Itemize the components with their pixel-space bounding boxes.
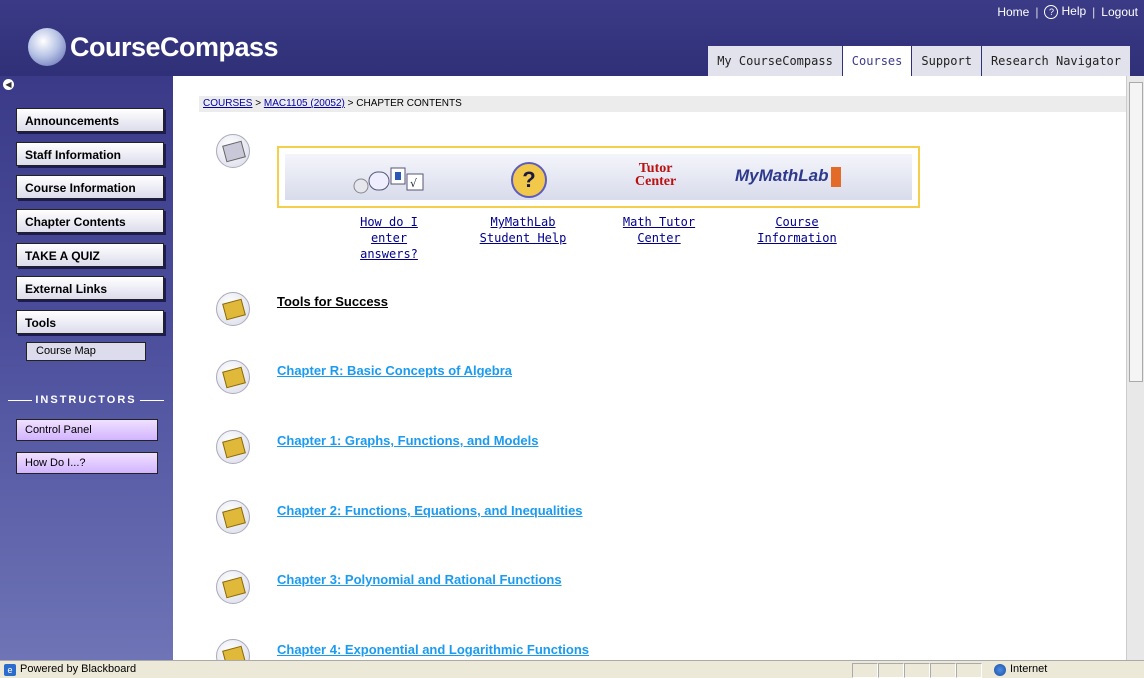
folder-icon: [216, 292, 250, 326]
security-zone: Internet: [994, 661, 1047, 678]
main-content: COURSES > MAC1105 (20052) > CHAPTER CONT…: [173, 76, 1126, 660]
breadcrumb-current: CHAPTER CONTENTS: [356, 98, 462, 109]
instructors-heading: INSTRUCTORS: [8, 394, 164, 406]
link-line: Information: [757, 231, 837, 245]
help-label: Help: [1061, 4, 1087, 18]
folder-icon: [216, 360, 250, 394]
content-item-chapter-2[interactable]: Chapter 2: Functions, Equations, and Ine…: [277, 503, 583, 518]
content-item-chapter-3[interactable]: Chapter 3: Polynomial and Rational Funct…: [277, 572, 562, 587]
enter-answers-icon[interactable]: √: [351, 166, 425, 194]
breadcrumb-courses[interactable]: COURSES: [203, 98, 252, 109]
sidebar-item-external-links[interactable]: External Links: [16, 276, 164, 300]
svg-text:√: √: [410, 177, 418, 190]
logout-link[interactable]: Logout: [1101, 5, 1138, 19]
math-tutor-center-link[interactable]: Math Tutor Center: [619, 214, 699, 246]
folder-icon: [216, 500, 250, 534]
instructors-heading-label: INSTRUCTORS: [35, 394, 137, 406]
link-line: answers?: [360, 247, 418, 261]
vertical-scrollbar[interactable]: [1126, 76, 1144, 660]
mymathlab-student-help-link[interactable]: MyMathLab Student Help: [477, 214, 569, 246]
folder-shape: [222, 366, 246, 389]
center-label: Center: [635, 174, 677, 189]
ie-icon: e: [4, 663, 16, 676]
logo-text: CourseCompass: [70, 31, 279, 62]
divider: |: [1092, 4, 1096, 19]
link-line: Math Tutor: [622, 215, 696, 229]
breadcrumb: COURSES > MAC1105 (20052) > CHAPTER CONT…: [199, 96, 1126, 112]
help-icon: ?: [1044, 5, 1059, 19]
sidebar-item-announcements[interactable]: Announcements: [16, 108, 164, 132]
content-item-chapter-1[interactable]: Chapter 1: Graphs, Functions, and Models: [277, 433, 538, 448]
how-do-i-button[interactable]: How Do I...?: [16, 452, 158, 474]
content-item-chapter-4[interactable]: Chapter 4: Exponential and Logarithmic F…: [277, 642, 589, 657]
mymathlab-logo-text: MyMathLab: [735, 166, 829, 185]
sidebar-item-chapter-contents[interactable]: Chapter Contents: [16, 209, 164, 233]
folder-shape: [222, 506, 246, 529]
how-do-i-enter-answers-link[interactable]: How do I enter answers?: [341, 214, 437, 262]
control-panel-button[interactable]: Control Panel: [16, 419, 158, 441]
globe-icon: [28, 28, 66, 66]
breadcrumb-separator: >: [344, 98, 357, 109]
content-item-tools-for-success[interactable]: Tools for Success: [277, 294, 388, 309]
scrollbar-thumb[interactable]: [1129, 82, 1143, 382]
breadcrumb-separator: >: [252, 98, 264, 109]
link-line: MyMathLab: [490, 215, 556, 229]
sidebar-item-tools[interactable]: Tools: [16, 310, 164, 334]
tutor-center-icon[interactable]: Tutor Center: [635, 162, 677, 189]
content-item-chapter-r[interactable]: Chapter R: Basic Concepts of Algebra: [277, 363, 512, 378]
sidebar-subitem-course-map[interactable]: Course Map: [26, 342, 146, 361]
sidebar-item-staff-information[interactable]: Staff Information: [16, 142, 164, 166]
utility-links: Home | ? Help | Logout: [997, 4, 1138, 19]
status-panel: [904, 663, 930, 678]
banner-background: √ ? Tutor Center MyMathLab: [285, 154, 912, 200]
mymathlab-logo[interactable]: MyMathLab: [735, 166, 841, 187]
home-link[interactable]: Home: [997, 5, 1029, 19]
status-panel: [878, 663, 904, 678]
collapse-icon[interactable]: ◀: [3, 79, 14, 90]
internet-globe-icon: [994, 663, 1006, 676]
book-icon: [830, 166, 841, 187]
folder-shape: [222, 576, 246, 599]
folder-shape: [222, 645, 246, 660]
header: CourseCompass Home | ? Help | Logout My C…: [0, 0, 1144, 76]
divider: |: [1035, 4, 1039, 19]
sidebar-item-course-information[interactable]: Course Information: [16, 175, 164, 199]
folder-icon: [216, 639, 250, 660]
coursecompass-logo[interactable]: CourseCompass: [28, 28, 279, 66]
breadcrumb-course[interactable]: MAC1105 (20052): [264, 98, 345, 109]
folder-icon: [216, 430, 250, 464]
tab-my-coursecompass[interactable]: My CourseCompass: [707, 46, 842, 76]
status-left: e Powered by Blackboard: [4, 661, 136, 678]
main-tabs: My CourseCompass Courses Support Researc…: [707, 46, 1130, 76]
quick-links-banner: √ ? Tutor Center MyMathLab: [277, 146, 920, 208]
status-panel: [930, 663, 956, 678]
sidebar: ◀ Announcements Staff Information Course…: [0, 76, 173, 660]
folder-shape: [222, 298, 246, 321]
divider: [139, 399, 164, 401]
status-bar: e Powered by Blackboard Internet: [0, 660, 1144, 678]
divider: [8, 399, 33, 401]
zone-label: Internet: [1010, 663, 1048, 675]
help-link[interactable]: ? Help: [1044, 4, 1086, 19]
folder-shape: [222, 436, 246, 459]
link-line: Student Help: [479, 231, 567, 245]
status-panel: [956, 663, 982, 678]
link-line: Course: [775, 215, 819, 229]
tab-support[interactable]: Support: [911, 46, 981, 76]
link-line: Center: [637, 231, 681, 245]
course-information-link[interactable]: Course Information: [753, 214, 841, 246]
pencil-icon: [222, 140, 246, 163]
tab-courses[interactable]: Courses: [841, 46, 912, 76]
help-icon[interactable]: ?: [511, 162, 547, 198]
folder-icon: [216, 570, 250, 604]
status-panel: [852, 663, 878, 678]
tools-item-icon: [216, 134, 250, 168]
tab-research-navigator[interactable]: Research Navigator: [980, 46, 1130, 76]
status-text: Powered by Blackboard: [20, 663, 137, 675]
sidebar-item-take-a-quiz[interactable]: TAKE A QUIZ: [16, 243, 164, 267]
link-line: How do I enter: [360, 215, 418, 245]
